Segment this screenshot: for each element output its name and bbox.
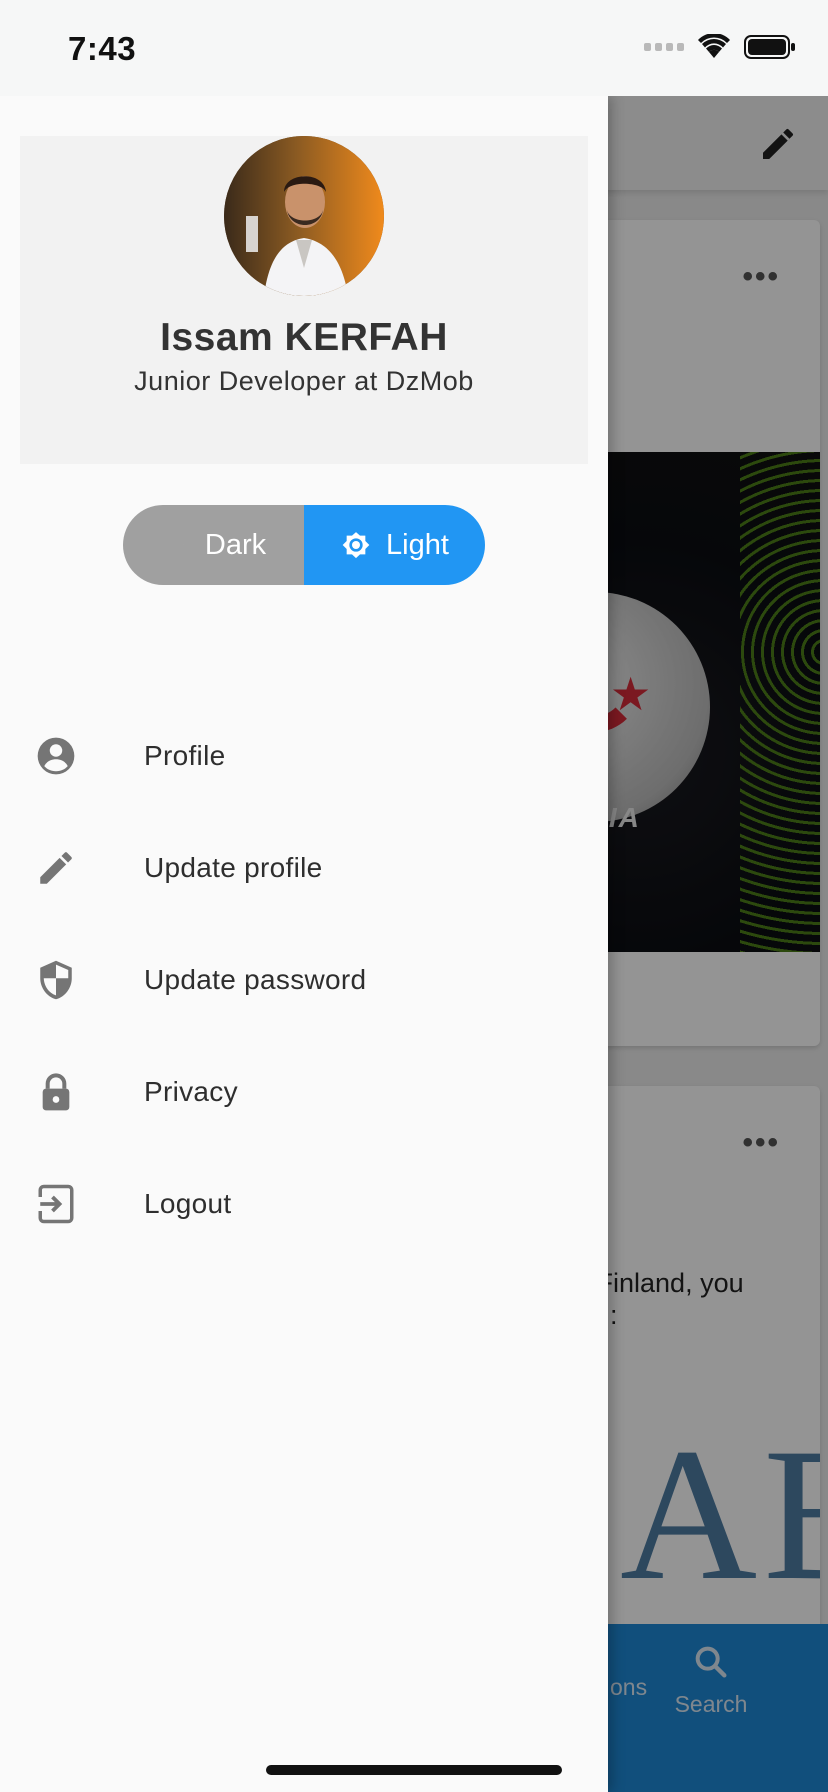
menu-item-update-profile[interactable]: Update profile xyxy=(0,818,608,918)
pencil-icon xyxy=(34,846,78,890)
status-icons xyxy=(644,34,796,60)
avatar[interactable] xyxy=(224,136,384,296)
theme-dark-button[interactable]: Dark xyxy=(123,505,304,585)
status-bar: 7:43 xyxy=(0,0,828,96)
user-name: Issam KERFAH xyxy=(160,316,448,359)
menu-item-privacy[interactable]: Privacy xyxy=(0,1042,608,1142)
drawer-header: Issam KERFAH Junior Developer at DzMob xyxy=(20,136,588,464)
wifi-icon xyxy=(698,34,730,58)
logout-icon xyxy=(34,1182,78,1226)
status-time: 7:43 xyxy=(68,30,137,67)
moon-icon xyxy=(172,533,184,557)
theme-toggle: Dark Light xyxy=(123,505,485,585)
theme-dark-label: Dark xyxy=(204,528,267,561)
navigation-drawer: Issam KERFAH Junior Developer at DzMob D… xyxy=(0,96,608,1792)
menu-item-label: Update profile xyxy=(144,852,323,883)
home-indicator[interactable] xyxy=(266,1765,562,1775)
lock-icon xyxy=(34,1070,78,1114)
menu-item-label: Logout xyxy=(144,1188,232,1219)
theme-light-button[interactable]: Light xyxy=(304,505,485,585)
theme-light-label: Light xyxy=(386,528,449,561)
menu-item-label: Privacy xyxy=(144,1076,238,1107)
menu-item-label: Update password xyxy=(144,964,367,995)
menu-item-label: Profile xyxy=(144,740,226,771)
shield-icon xyxy=(34,958,78,1002)
menu-item-logout[interactable]: Logout xyxy=(0,1154,608,1254)
menu-item-update-password[interactable]: Update password xyxy=(0,930,608,1030)
battery-icon xyxy=(744,35,795,59)
user-title: Junior Developer at DzMob xyxy=(134,366,474,396)
brightness-icon xyxy=(342,532,370,559)
menu-item-profile[interactable]: Profile xyxy=(0,706,608,806)
signal-icon xyxy=(644,43,684,51)
account-circle-icon xyxy=(34,734,78,778)
